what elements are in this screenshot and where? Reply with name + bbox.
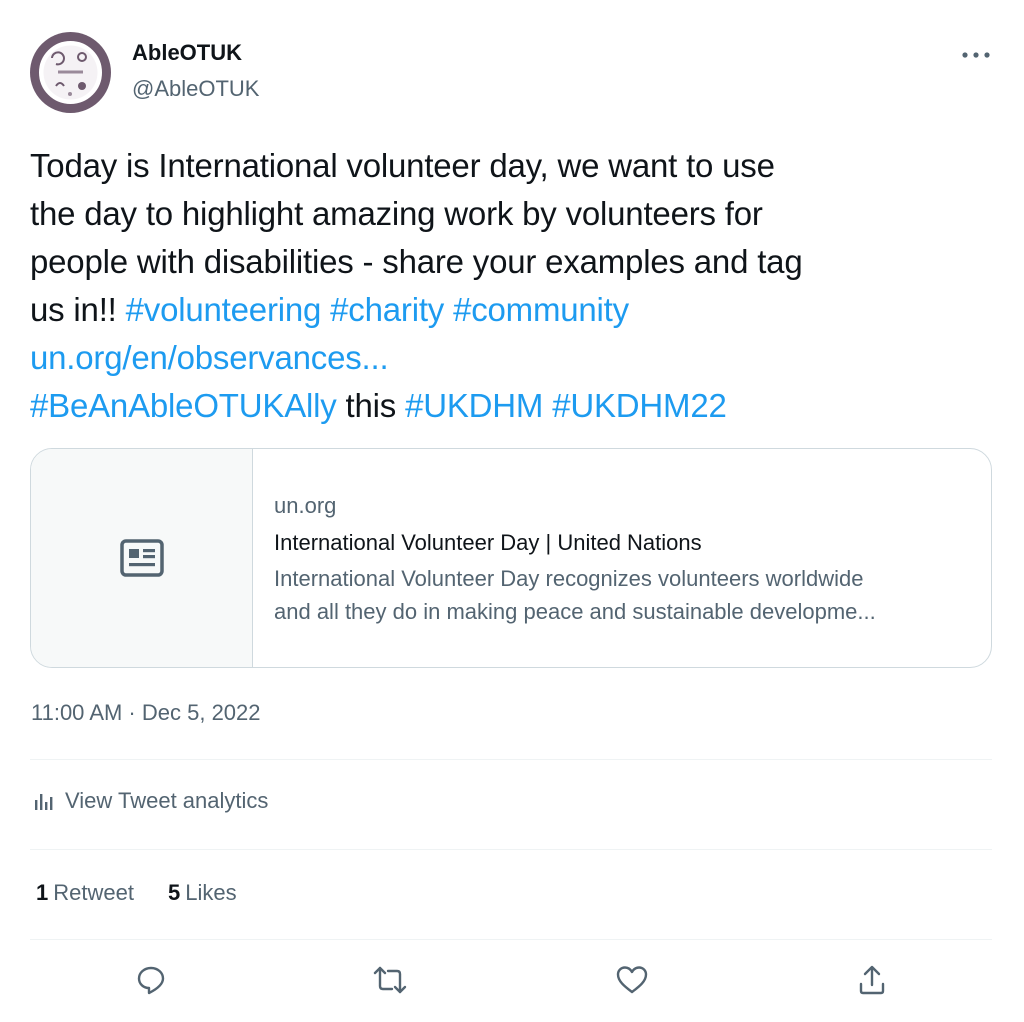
retweets-stat[interactable]: 1 Retweet bbox=[36, 880, 134, 906]
tweet-detail: AbleOTUK @AbleOTUK Today is Internationa… bbox=[0, 0, 1024, 1022]
reply-icon bbox=[137, 966, 165, 995]
tweet-text-line: #BeAnAbleOTUKAlly this #UKDHM #UKDHM22 bbox=[30, 382, 990, 430]
display-name[interactable]: AbleOTUK bbox=[132, 40, 242, 66]
retweets-label: Retweet bbox=[53, 880, 134, 905]
article-icon bbox=[119, 539, 164, 577]
card-title: International Volunteer Day | United Nat… bbox=[274, 530, 702, 555]
tweet-url-link[interactable]: un.org/en/observances... bbox=[30, 339, 389, 376]
likes-count: 5 bbox=[167, 880, 181, 905]
engagement-stats: 1 Retweet 5 Likes bbox=[36, 880, 271, 906]
analytics-label: View Tweet analytics bbox=[65, 788, 269, 813]
tweet-text-segment: us in!! bbox=[30, 291, 126, 328]
card-domain: un.org bbox=[274, 493, 337, 518]
tweet-text-line: the day to highlight amazing work by vol… bbox=[30, 195, 763, 232]
like-button[interactable] bbox=[610, 958, 654, 1002]
likes-stat[interactable]: 5 Likes bbox=[168, 880, 237, 906]
hashtag-community[interactable]: #community bbox=[453, 291, 629, 328]
tweet-text-segment: this bbox=[336, 387, 406, 424]
tweet-text-line: us in!! #volunteering #charity #communit… bbox=[30, 286, 990, 334]
divider bbox=[30, 759, 992, 760]
more-horizontal-icon bbox=[962, 52, 990, 58]
tweet-text-line: Today is International volunteer day, we… bbox=[30, 147, 775, 184]
card-body: un.org International Volunteer Day | Uni… bbox=[253, 449, 991, 667]
tweet-text: Today is International volunteer day, we… bbox=[30, 142, 990, 430]
hashtag-ukdhm22[interactable]: #UKDHM22 bbox=[552, 387, 727, 424]
share-button[interactable] bbox=[850, 958, 894, 1002]
divider bbox=[30, 849, 992, 850]
avatar-logo-icon bbox=[39, 41, 102, 104]
retweets-count: 1 bbox=[36, 880, 49, 905]
share-icon bbox=[859, 965, 885, 995]
card-description: International Volunteer Day recognizes v… bbox=[274, 562, 971, 628]
hashtag-ukdhm[interactable]: #UKDHM bbox=[405, 387, 543, 424]
retweet-icon bbox=[373, 966, 407, 994]
bar-chart-icon bbox=[35, 794, 53, 810]
avatar[interactable] bbox=[30, 32, 111, 113]
reply-button[interactable] bbox=[129, 958, 173, 1002]
tweet-text-line: people with disabilities - share your ex… bbox=[30, 243, 803, 280]
more-options-button[interactable] bbox=[956, 42, 996, 68]
view-analytics-link[interactable]: View Tweet analytics bbox=[33, 788, 268, 814]
link-preview-card[interactable]: un.org International Volunteer Day | Uni… bbox=[30, 448, 992, 668]
card-thumbnail bbox=[31, 449, 253, 667]
likes-label: Likes bbox=[185, 880, 237, 905]
username-handle[interactable]: @AbleOTUK bbox=[132, 76, 259, 102]
hashtag-charity[interactable]: #charity bbox=[330, 291, 444, 328]
retweet-button[interactable] bbox=[368, 958, 412, 1002]
divider bbox=[30, 939, 992, 940]
tweet-timestamp[interactable]: 11:00 AM · Dec 5, 2022 bbox=[31, 700, 261, 726]
hashtag-volunteering[interactable]: #volunteering bbox=[126, 291, 322, 328]
heart-icon bbox=[616, 966, 648, 994]
hashtag-beanableotukally[interactable]: #BeAnAbleOTUKAlly bbox=[30, 387, 337, 424]
card-description-line: International Volunteer Day recognizes v… bbox=[274, 566, 864, 591]
tweet-text-line: un.org/en/observances... bbox=[30, 334, 990, 382]
card-description-line: and all they do in making peace and sust… bbox=[274, 599, 876, 624]
